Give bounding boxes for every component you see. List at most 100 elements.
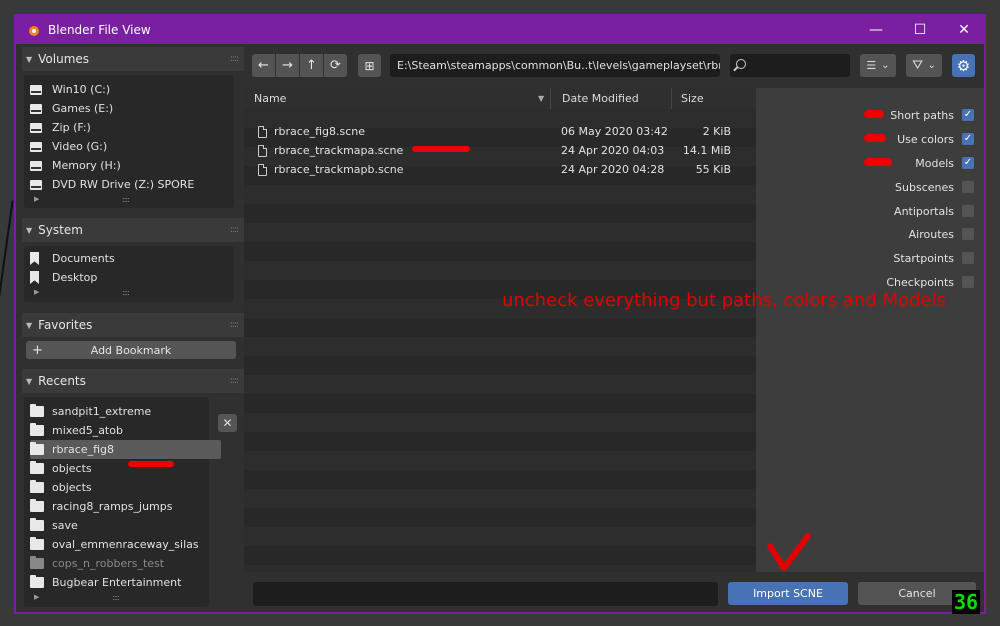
- option-subscenes[interactable]: Subscenes: [895, 178, 974, 196]
- option-startpoints[interactable]: Startpoints: [893, 249, 974, 267]
- recent-item[interactable]: sandpit1_extreme: [30, 402, 151, 421]
- close-button[interactable]: ✕: [942, 16, 986, 44]
- recent-item-dimmed[interactable]: cops_n_robbers_test: [30, 554, 164, 573]
- display-mode-dropdown[interactable]: ☰ ⌄: [860, 54, 896, 77]
- row-stripe: [244, 318, 756, 337]
- sort-arrow-icon[interactable]: ▼: [538, 94, 544, 103]
- checkbox-unchecked[interactable]: [962, 228, 974, 240]
- filename-field[interactable]: [253, 582, 718, 606]
- window-title: Blender File View: [48, 23, 151, 37]
- recent-item[interactable]: objects: [30, 459, 92, 478]
- volume-item[interactable]: Win10 (C:): [30, 80, 110, 99]
- volume-item[interactable]: Memory (H:): [30, 156, 121, 175]
- drag-grip-icon[interactable]: ::::: [230, 376, 239, 386]
- folder-icon: [30, 537, 44, 550]
- option-use-colors[interactable]: Use colors ✓: [897, 130, 974, 148]
- file-icon: [258, 144, 267, 157]
- directory-path-field[interactable]: E:\Steam\steamapps\common\Bu..t\levels\g…: [390, 54, 720, 77]
- clear-recents-button[interactable]: ✕: [218, 414, 237, 432]
- recent-item-selected[interactable]: rbrace_fig8: [30, 440, 114, 459]
- red-scribble-mark: [864, 134, 886, 142]
- new-directory-button[interactable]: ⊞: [358, 54, 381, 77]
- checkbox-unchecked[interactable]: [962, 181, 974, 193]
- recent-label: mixed5_atob: [52, 424, 123, 437]
- resize-grip-icon[interactable]: ::::: [122, 288, 130, 297]
- search-field[interactable]: [730, 54, 850, 77]
- checkbox-unchecked[interactable]: [962, 252, 974, 264]
- favorites-panel-header[interactable]: ▼ Favorites ::::: [22, 313, 244, 337]
- recent-item[interactable]: save: [30, 516, 78, 535]
- checkbox-checked[interactable]: ✓: [962, 157, 974, 169]
- checkbox-unchecked[interactable]: [962, 205, 974, 217]
- drag-grip-icon[interactable]: ::::: [230, 320, 239, 330]
- red-scribble-mark: [128, 461, 174, 467]
- option-models[interactable]: Models ✓: [915, 154, 974, 172]
- volume-item[interactable]: Zip (F:): [30, 118, 91, 137]
- folder-icon: [30, 575, 44, 588]
- option-airoutes[interactable]: Airoutes: [909, 225, 974, 243]
- refresh-button[interactable]: ⟳: [324, 54, 347, 77]
- file-row[interactable]: rbrace_fig8.scne 06 May 2020 03:42 2 KiB: [244, 122, 756, 141]
- row-stripe: [244, 451, 756, 470]
- titlebar: Blender File View — ☐ ✕: [16, 16, 984, 44]
- option-short-paths[interactable]: Short paths ✓: [890, 106, 974, 124]
- file-list: Name ▼ Date Modified Size rbrace_fig8.sc…: [244, 88, 756, 572]
- drag-grip-icon[interactable]: ::::: [230, 225, 239, 235]
- resize-grip-icon[interactable]: ::::: [122, 195, 130, 204]
- volume-item[interactable]: DVD RW Drive (Z:) SPORE: [30, 175, 194, 194]
- drive-icon: [30, 179, 42, 190]
- recents-panel-header[interactable]: ▼ Recents ::::: [22, 369, 244, 393]
- recent-item[interactable]: Bugbear Entertainment: [30, 573, 181, 592]
- maximize-button[interactable]: ☐: [898, 16, 942, 44]
- file-row[interactable]: rbrace_trackmapb.scne 24 Apr 2020 04:28 …: [244, 160, 756, 179]
- row-stripe: [244, 242, 756, 261]
- volumes-panel-header[interactable]: ▼ Volumes ::::: [22, 47, 244, 71]
- filter-dropdown[interactable]: ⛛ ⌄: [906, 54, 942, 77]
- option-label: Models: [915, 156, 954, 170]
- row-stripe: [244, 489, 756, 508]
- drive-icon: [30, 103, 42, 114]
- column-size-header[interactable]: Size: [681, 92, 704, 105]
- back-button[interactable]: ←: [252, 54, 275, 77]
- recent-item[interactable]: objects: [30, 478, 92, 497]
- expand-arrow-icon[interactable]: ▶: [34, 288, 39, 296]
- system-item-desktop[interactable]: Desktop: [30, 268, 97, 287]
- recent-item[interactable]: racing8_ramps_jumps: [30, 497, 172, 516]
- red-scribble-mark: [864, 158, 892, 166]
- column-divider: [671, 88, 672, 109]
- volume-item[interactable]: Video (G:): [30, 137, 107, 156]
- row-stripe: [244, 223, 756, 242]
- volume-item[interactable]: Games (E:): [30, 99, 113, 118]
- drive-icon: [30, 122, 42, 133]
- minimize-button[interactable]: —: [854, 16, 898, 44]
- filter-icon: ⛛: [912, 58, 924, 73]
- parent-directory-button[interactable]: ↑: [300, 54, 323, 77]
- file-row[interactable]: rbrace_trackmapa.scne 24 Apr 2020 04:03 …: [244, 141, 756, 160]
- expand-arrow-icon[interactable]: ▶: [34, 593, 39, 601]
- import-scne-button[interactable]: Import SCNE: [728, 582, 848, 605]
- column-name-header[interactable]: Name: [254, 92, 286, 105]
- option-checkpoints[interactable]: Checkpoints: [886, 273, 974, 291]
- system-panel-header[interactable]: ▼ System ::::: [22, 218, 244, 242]
- recent-item[interactable]: mixed5_atob: [30, 421, 123, 440]
- system-item-documents[interactable]: Documents: [30, 249, 115, 268]
- forward-button[interactable]: →: [276, 54, 299, 77]
- column-date-header[interactable]: Date Modified: [562, 92, 639, 105]
- volume-label: DVD RW Drive (Z:) SPORE: [52, 178, 195, 191]
- file-icon: [258, 125, 267, 138]
- checkbox-checked[interactable]: ✓: [962, 109, 974, 121]
- viewport-edge: [0, 200, 14, 310]
- expand-arrow-icon[interactable]: ▶: [34, 195, 39, 203]
- row-stripe: [244, 508, 756, 527]
- bottom-bar: Import SCNE Cancel: [244, 572, 984, 612]
- settings-toggle-button[interactable]: ⚙: [952, 54, 975, 77]
- bookmark-icon: [30, 252, 39, 265]
- option-label: Airoutes: [908, 227, 954, 241]
- checkbox-checked[interactable]: ✓: [962, 133, 974, 145]
- recent-item[interactable]: oval_emmenraceway_silas: [30, 535, 199, 554]
- resize-grip-icon[interactable]: ::::: [112, 593, 120, 602]
- add-bookmark-button[interactable]: + Add Bookmark: [26, 341, 236, 359]
- drag-grip-icon[interactable]: ::::: [230, 54, 239, 64]
- option-antiportals[interactable]: Antiportals: [894, 202, 974, 220]
- checkbox-unchecked[interactable]: [962, 276, 974, 288]
